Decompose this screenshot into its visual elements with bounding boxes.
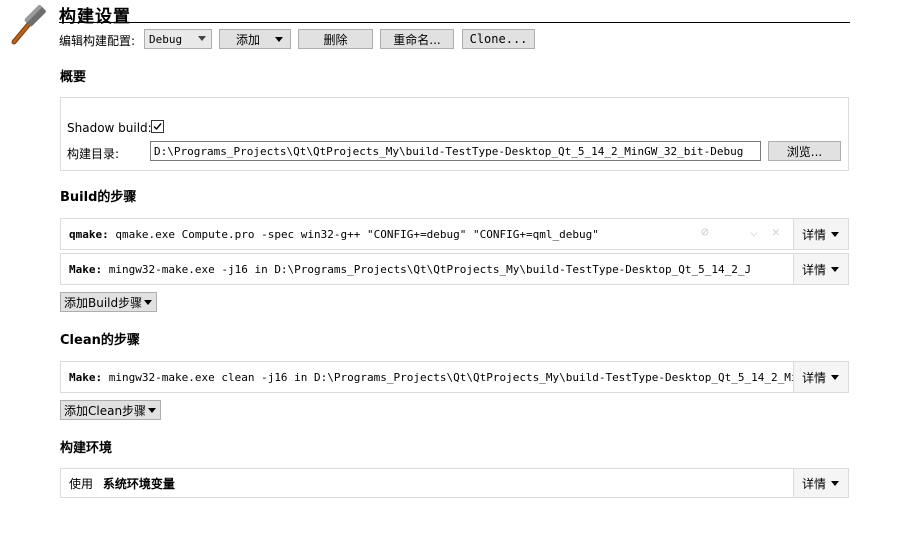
build-env-row: 使用 系统环境变量 详情 (60, 468, 849, 498)
step-details-button[interactable]: 详情 (793, 219, 848, 249)
shadow-build-checkbox[interactable] (151, 120, 164, 133)
chevron-down-icon[interactable]: ⌵ (750, 225, 758, 240)
delete-config-button[interactable]: 删除 (298, 29, 373, 49)
build-step-make: Make: mingw32-make.exe -j16 in D:\Progra… (60, 253, 849, 285)
overview-title: 概要 (60, 70, 87, 85)
browse-button[interactable]: 浏览... (768, 141, 841, 161)
clone-config-label: Clone... (469, 32, 528, 46)
details-label: 详情 (802, 370, 827, 385)
details-label: 详情 (802, 227, 827, 242)
hammer-icon (4, 4, 48, 48)
chevron-down-icon (831, 375, 839, 380)
step-details-button[interactable]: 详情 (793, 362, 848, 392)
chevron-down-icon (198, 36, 206, 41)
close-icon[interactable]: ✕ (772, 225, 780, 240)
config-select[interactable]: Debug (144, 29, 212, 49)
step-summary: qmake.exe Compute.pro -spec win32-g++ "C… (115, 228, 599, 241)
build-steps-title: Build的步骤 (60, 190, 137, 205)
env-name: 系统环境变量 (102, 477, 175, 491)
title-divider (59, 22, 850, 23)
chevron-down-icon (144, 300, 153, 305)
chevron-down-icon (148, 408, 157, 413)
config-label: 编辑构建配置: (59, 34, 136, 48)
chevron-down-icon (831, 481, 839, 486)
config-select-value: Debug (149, 32, 183, 46)
clean-step-make: Make: mingw32-make.exe clean -j16 in D:\… (60, 361, 849, 393)
page-title: 构建设置 (59, 7, 131, 27)
chevron-down-icon (275, 37, 283, 42)
chevron-down-icon (831, 232, 839, 237)
clean-steps-title: Clean的步骤 (60, 333, 140, 348)
env-use-label: 使用 (69, 477, 94, 491)
step-summary: mingw32-make.exe -j16 in D:\Programs_Pro… (108, 263, 752, 276)
step-name: Make: (69, 263, 103, 276)
step-summary: mingw32-make.exe clean -j16 in D:\Progra… (108, 371, 805, 384)
step-name: Make: (69, 371, 103, 384)
delete-config-label: 删除 (323, 32, 348, 47)
chevron-down-icon (831, 267, 839, 272)
rename-config-label: 重命名... (393, 32, 441, 47)
rename-config-button[interactable]: 重命名... (380, 29, 454, 49)
clone-config-button[interactable]: Clone... (462, 29, 535, 49)
check-icon (153, 123, 162, 131)
disable-icon[interactable]: ⊘ (701, 225, 709, 240)
build-dir-input[interactable]: D:\Programs_Projects\Qt\QtProjects_My\bu… (150, 141, 761, 161)
add-build-step-label: 添加Build步骤 (64, 295, 143, 310)
details-label: 详情 (802, 476, 827, 491)
step-name: qmake: (69, 228, 109, 241)
build-step-qmake: qmake: qmake.exe Compute.pro -spec win32… (60, 218, 849, 250)
add-config-button[interactable]: 添加 (219, 29, 291, 49)
add-clean-step-button[interactable]: 添加Clean步骤 (60, 400, 162, 420)
browse-label: 浏览... (786, 144, 823, 159)
add-clean-step-label: 添加Clean步骤 (64, 403, 147, 418)
env-details-button[interactable]: 详情 (793, 469, 848, 497)
details-label: 详情 (802, 262, 827, 277)
shadow-build-label: Shadow build: (67, 121, 152, 135)
add-config-label: 添加 (236, 32, 261, 47)
add-build-step-button[interactable]: 添加Build步骤 (60, 292, 158, 312)
build-dir-label: 构建目录: (67, 147, 120, 161)
step-details-button[interactable]: 详情 (793, 254, 848, 284)
build-env-title: 构建环境 (60, 441, 113, 456)
